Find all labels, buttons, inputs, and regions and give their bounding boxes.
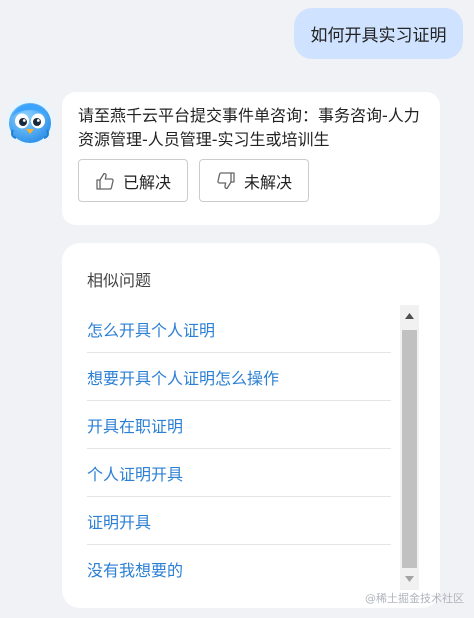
user-message-bubble: 如何开具实习证明 [294, 8, 463, 59]
similar-questions-card: 相似问题 怎么开具个人证明 想要开具个人证明怎么操作 开具在职证明 个人证明开具… [62, 243, 440, 608]
similar-questions-title: 相似问题 [87, 271, 152, 290]
triangle-up-icon [405, 313, 414, 319]
no-match-link[interactable]: 没有我想要的 [87, 545, 391, 593]
unresolved-label: 未解决 [243, 172, 292, 192]
similar-question-link[interactable]: 个人证明开具 [87, 449, 391, 497]
thumbs-down-icon [217, 171, 235, 189]
similar-question-link[interactable]: 想要开具个人证明怎么操作 [87, 353, 391, 401]
bot-answer-text: 请至燕千云平台提交事件单咨询：事务咨询-人力资源管理-人员管理-实习生或培训生 [78, 106, 420, 149]
scroll-down-button[interactable] [400, 568, 419, 590]
triangle-down-icon [405, 576, 414, 582]
resolved-label: 已解决 [122, 172, 171, 192]
bird-avatar-icon [6, 98, 54, 146]
thumbs-up-icon [96, 172, 114, 190]
bot-avatar [4, 96, 56, 148]
user-message-text: 如何开具实习证明 [310, 26, 447, 46]
similar-question-link[interactable]: 怎么开具个人证明 [87, 305, 391, 353]
scroll-up-button[interactable] [400, 305, 419, 327]
bot-answer-card: 请至燕千云平台提交事件单咨询：事务咨询-人力资源管理-人员管理-实习生或培训生 … [62, 92, 440, 225]
similar-question-link[interactable]: 开具在职证明 [87, 401, 391, 449]
scroll-thumb[interactable] [402, 330, 417, 568]
feedback-row: 已解决 未解决 [78, 159, 309, 202]
similar-questions-list: 怎么开具个人证明 想要开具个人证明怎么操作 开具在职证明 个人证明开具 证明开具… [87, 305, 391, 593]
resolved-button[interactable]: 已解决 [78, 159, 188, 202]
watermark: @稀土掘金技术社区 [365, 592, 464, 605]
list-scrollbar[interactable] [400, 305, 419, 590]
unresolved-button[interactable]: 未解决 [199, 159, 309, 202]
similar-question-link[interactable]: 证明开具 [87, 497, 391, 545]
